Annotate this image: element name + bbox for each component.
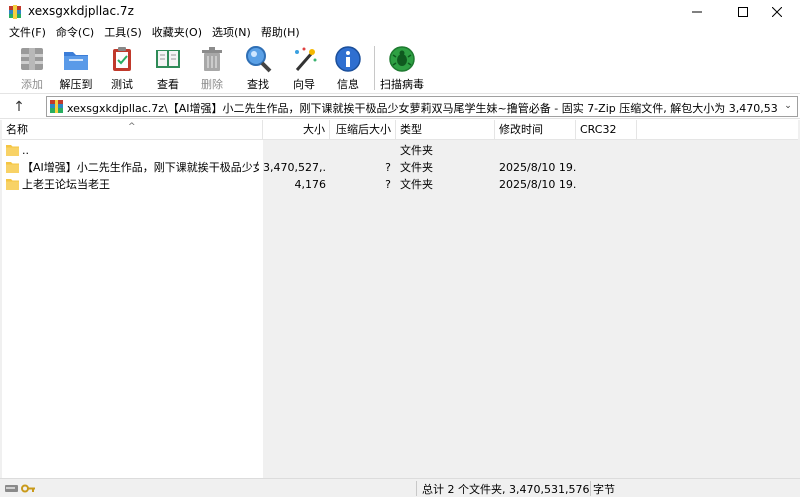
- up-arrow-icon: ↑: [13, 99, 25, 115]
- column-crc-label: CRC32: [580, 123, 617, 136]
- close-button[interactable]: [754, 0, 800, 24]
- add-button[interactable]: 添加: [10, 44, 54, 94]
- folder-icon: [6, 162, 19, 173]
- add-archive-icon: [21, 48, 43, 70]
- toolbar: 添加 解压到 测试 查看 删除 查找 向导 信息 扫描病毒: [0, 42, 800, 94]
- file-row[interactable]: 【AI增强】小二先生作品，刚下课就挨干极品少女萝... 3,470,527,..…: [2, 159, 798, 176]
- status-separator: [590, 481, 591, 496]
- file-type: 文件夹: [400, 178, 433, 191]
- file-modified: 2025/8/10 19...: [499, 161, 576, 174]
- minimize-button[interactable]: [674, 0, 720, 24]
- info-icon: [335, 46, 361, 72]
- file-size: 4,176: [294, 178, 327, 191]
- column-packed-size[interactable]: 压缩后大小: [330, 120, 396, 140]
- column-type-label: 类型: [400, 123, 422, 136]
- column-size[interactable]: 大小: [263, 120, 330, 140]
- extract-label: 解压到: [59, 78, 93, 91]
- info-button[interactable]: 信息: [326, 44, 370, 94]
- path-text: xexsgxkdjpllac.7z\【AI增强】小二先生作品，刚下课就挨干极品少…: [67, 102, 777, 115]
- file-rows: .. 文件夹 【AI增强】小二先生作品，刚下课就挨干极品少女萝... 3,470…: [2, 142, 798, 193]
- extract-folder-icon: [64, 52, 88, 70]
- find-label: 查找: [247, 78, 269, 91]
- trash-icon: [202, 47, 222, 71]
- menu-favorites[interactable]: 收藏夹(O): [147, 24, 207, 42]
- find-button[interactable]: 查找: [236, 44, 280, 94]
- extract-button[interactable]: 解压到: [54, 44, 98, 94]
- window-title: xexsgxkdjpllac.7z: [28, 4, 134, 18]
- maximize-icon: [738, 7, 748, 17]
- wizard-label: 向导: [293, 78, 315, 91]
- add-label: 添加: [21, 78, 43, 91]
- scan-virus-label: 扫描病毒: [380, 78, 424, 91]
- minimize-icon: [692, 11, 702, 13]
- close-icon: [772, 7, 782, 17]
- path-combobox[interactable]: xexsgxkdjpllac.7z\【AI增强】小二先生作品，刚下课就挨干极品少…: [46, 96, 798, 117]
- column-type[interactable]: 类型: [396, 120, 495, 140]
- file-name: 上老王论坛当老王: [22, 178, 110, 191]
- menu-help[interactable]: 帮助(H): [256, 24, 305, 42]
- file-row[interactable]: 上老王论坛当老王 4,176 ? 文件夹 2025/8/10 19...: [2, 176, 798, 193]
- wizard-button[interactable]: 向导: [282, 44, 326, 94]
- column-crc32[interactable]: CRC32: [576, 120, 637, 140]
- menu-tools[interactable]: 工具(S): [99, 24, 147, 42]
- list-header: 名称 ^ 大小 压缩后大小 类型 修改时间 CRC32: [2, 120, 798, 140]
- sort-ascending-icon: ^: [128, 122, 136, 132]
- file-packed-size: [330, 142, 391, 159]
- info-label: 信息: [337, 78, 359, 91]
- delete-label: 删除: [201, 78, 223, 91]
- file-packed-size: ?: [385, 178, 391, 191]
- column-size-label: 大小: [303, 123, 325, 136]
- file-name: ..: [22, 144, 29, 157]
- drive-key-icon: [5, 484, 35, 493]
- menu-bar: 文件(F) 命令(C) 工具(S) 收藏夹(O) 选项(N) 帮助(H): [0, 24, 800, 42]
- address-bar: ↑ xexsgxkdjpllac.7z\【AI增强】小二先生作品，刚下课就挨干极…: [0, 95, 800, 119]
- file-size: [263, 142, 326, 159]
- folder-icon: [6, 179, 19, 190]
- file-row-parent[interactable]: .. 文件夹: [2, 142, 798, 159]
- magic-wand-icon: [295, 47, 317, 71]
- column-name-label: 名称: [6, 123, 28, 136]
- menu-options[interactable]: 选项(N): [207, 24, 256, 42]
- file-size: 3,470,527,...: [263, 161, 326, 174]
- view-button[interactable]: 查看: [146, 44, 190, 94]
- clipboard-check-icon: [113, 47, 131, 71]
- up-folder-button[interactable]: ↑: [8, 97, 30, 117]
- column-packed-label: 压缩后大小: [336, 123, 391, 136]
- file-type: 文件夹: [400, 161, 433, 174]
- winrar-icon: [9, 5, 21, 19]
- delete-button[interactable]: 删除: [190, 44, 234, 94]
- virus-scan-icon: [389, 46, 415, 72]
- book-icon: [156, 50, 180, 68]
- column-modified-label: 修改时间: [499, 123, 543, 136]
- file-name: 【AI增强】小二先生作品，刚下课就挨干极品少女萝...: [22, 161, 259, 174]
- file-list-area: 名称 ^ 大小 压缩后大小 类型 修改时间 CRC32 .. 文件夹 【AI增强…: [0, 120, 800, 478]
- scan-virus-button[interactable]: 扫描病毒: [380, 44, 424, 94]
- status-bar: 总计 2 个文件夹, 3,470,531,576 字节: [0, 478, 800, 497]
- file-modified: 2025/8/10 19...: [499, 178, 576, 191]
- column-modified[interactable]: 修改时间: [495, 120, 576, 140]
- chevron-down-icon[interactable]: ⌄: [781, 99, 795, 114]
- view-label: 查看: [157, 78, 179, 91]
- file-modified: [499, 142, 576, 159]
- magnifier-icon: [246, 46, 272, 73]
- folder-icon: [6, 145, 19, 156]
- menu-file[interactable]: 文件(F): [4, 24, 51, 42]
- file-type: 文件夹: [400, 144, 433, 157]
- toolbar-separator: [374, 46, 375, 90]
- menu-commands[interactable]: 命令(C): [51, 24, 99, 42]
- test-button[interactable]: 测试: [100, 44, 144, 94]
- file-packed-size: ?: [385, 161, 391, 174]
- archive-icon: [50, 100, 63, 113]
- column-name[interactable]: 名称 ^: [2, 120, 263, 140]
- status-separator: [416, 481, 417, 496]
- status-summary: 总计 2 个文件夹, 3,470,531,576 字节: [422, 483, 615, 496]
- test-label: 测试: [111, 78, 133, 91]
- title-bar: xexsgxkdjpllac.7z: [0, 0, 800, 24]
